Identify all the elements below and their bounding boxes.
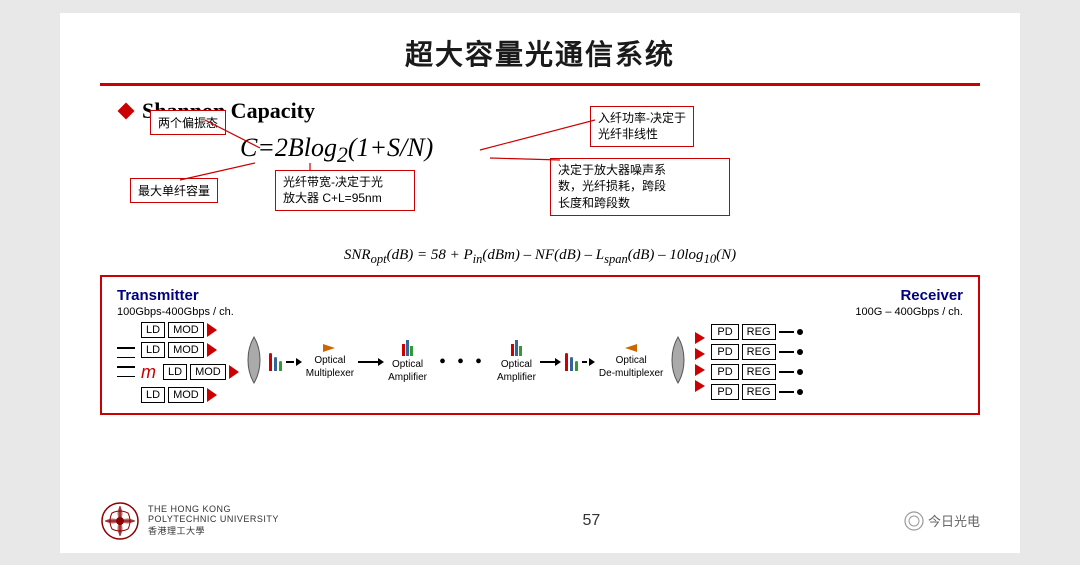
- arrow-to-demux: [540, 358, 561, 366]
- footer: THE HONG KONG POLYTECHNIC UNIVERSITY 香港理…: [100, 501, 980, 541]
- input-line: [117, 376, 135, 378]
- output-circle: [797, 369, 803, 375]
- arrow-to-mux: [286, 358, 302, 366]
- output-circle: [797, 389, 803, 395]
- annotation-bandwidth: 光纤带宽-决定于光放大器 C+L=95nm: [275, 170, 415, 212]
- page-number: 57: [583, 512, 601, 530]
- wdm-comb-tx: [269, 353, 282, 371]
- optical-amplifier-1: OpticalAmplifier: [388, 340, 427, 384]
- diagram-dots: • • •: [439, 351, 485, 374]
- optical-demultiplexer: OpticalDe-multiplexer: [599, 344, 663, 380]
- watermark-icon: [904, 511, 924, 531]
- formula-c: C=2Blog2(1+S/N): [240, 133, 433, 168]
- ld-box: LD: [141, 342, 165, 358]
- receiver-label: Receiver: [900, 287, 963, 304]
- triangle-icon: [229, 365, 239, 379]
- tx-speed: 100Gbps-400Gbps / ch.: [117, 306, 234, 318]
- mod-box: MOD: [190, 364, 226, 380]
- ld-box: LD: [141, 387, 165, 403]
- hkpu-text: THE HONG KONG POLYTECHNIC UNIVERSITY 香港理…: [148, 504, 279, 537]
- pd-box: PD: [711, 364, 738, 380]
- ld-box: LD: [141, 322, 165, 338]
- reg-box: REG: [742, 364, 776, 380]
- optical-amplifier-2: OpticalAmplifier: [497, 340, 536, 384]
- wdm-comb-rx: [565, 353, 578, 371]
- arrow-post-mux: [358, 358, 384, 366]
- pd-reg-section: PD REG PD REG PD REG: [711, 324, 802, 400]
- pd-box: PD: [711, 384, 738, 400]
- rx-speed: 100G – 400Gbps / ch.: [855, 306, 963, 318]
- diamond-icon: [118, 102, 135, 119]
- mod-box: MOD: [168, 322, 204, 338]
- input-line: [117, 357, 135, 359]
- hkpu-emblem-icon: [100, 501, 140, 541]
- ld-box: LD: [163, 364, 187, 380]
- optical-multiplexer: OpticalMultiplexer: [306, 344, 354, 380]
- title-underline: [100, 83, 980, 86]
- pd-box: PD: [711, 324, 738, 340]
- pd-box: PD: [711, 344, 738, 360]
- slide-title: 超大容量光通信系统: [100, 33, 980, 73]
- rx-triangles: [695, 332, 705, 392]
- slide: 超大容量光通信系统 Shannon Capacity C=2Blog2(1+S/…: [60, 13, 1020, 553]
- reg-box: REG: [742, 384, 776, 400]
- m-label: m: [141, 362, 156, 383]
- reg-box: REG: [742, 324, 776, 340]
- mod-box: MOD: [168, 387, 204, 403]
- annotation-max-capacity: 最大单纤容量: [130, 178, 218, 203]
- lens-mux: [246, 335, 262, 390]
- diagram-box: Transmitter Receiver 100Gbps-400Gbps / c…: [100, 275, 980, 415]
- annotation-snr-factors: 决定于放大器噪声系数，光纤损耗，跨段长度和跨段数: [550, 158, 730, 216]
- triangle-icon: [207, 388, 217, 402]
- snr-formula: SNRopt(dB) = 58 + Pin(dBm) – NF(dB) – Ls…: [100, 247, 980, 267]
- hkpu-logo: THE HONG KONG POLYTECHNIC UNIVERSITY 香港理…: [100, 501, 279, 541]
- triangle-icon: [207, 343, 217, 357]
- output-circle: [797, 329, 803, 335]
- triangle-icon: [207, 323, 217, 337]
- arrow-to-demux2: [582, 358, 595, 366]
- ld-mod-section: LD MOD LD MOD m LD MOD LD MOD: [141, 322, 239, 403]
- input-line: [117, 347, 135, 349]
- reg-box: REG: [742, 344, 776, 360]
- mod-box: MOD: [168, 342, 204, 358]
- output-circle: [797, 349, 803, 355]
- input-line: [117, 366, 135, 368]
- annotation-input-power: 入纤功率-决定于光纤非线性: [590, 106, 694, 148]
- transmitter-label: Transmitter: [117, 287, 199, 304]
- annotation-polarization: 两个偏振态: [150, 110, 226, 135]
- watermark: 今日光电: [904, 511, 980, 531]
- lens-demux: [670, 335, 686, 390]
